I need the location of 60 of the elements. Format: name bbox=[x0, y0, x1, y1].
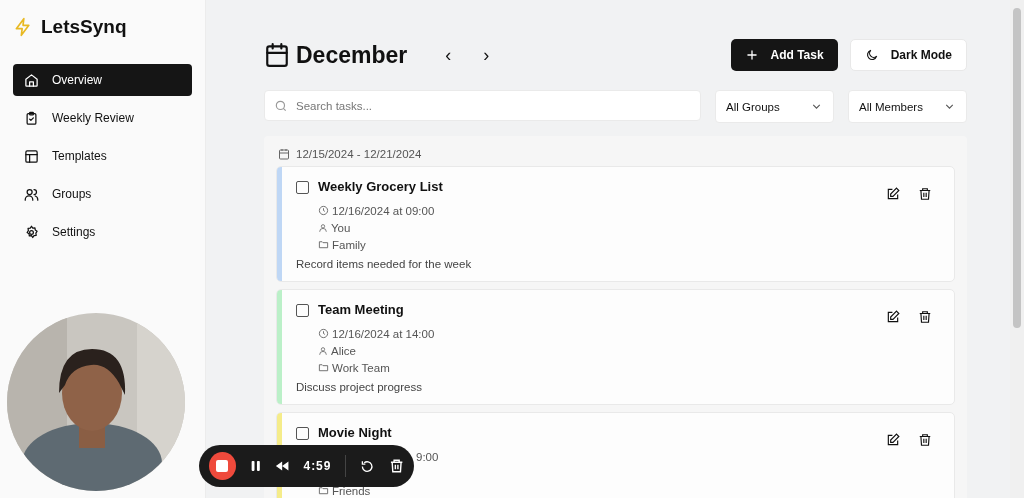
task-title: Movie Night bbox=[318, 426, 392, 440]
date-range: 12/15/2024 - 12/21/2024 bbox=[296, 148, 422, 160]
moon-icon bbox=[864, 48, 879, 62]
trash-icon[interactable] bbox=[388, 458, 404, 474]
stop-button[interactable] bbox=[209, 452, 236, 480]
month-title: December bbox=[296, 41, 408, 69]
lightning-icon bbox=[13, 17, 33, 37]
clipboard-icon bbox=[24, 110, 39, 126]
group-dropdown[interactable]: All Groups bbox=[715, 90, 834, 123]
trash-icon bbox=[918, 310, 932, 324]
folder-icon bbox=[318, 362, 329, 373]
task-title: Team Meeting bbox=[318, 303, 404, 317]
task-person: Alice bbox=[331, 344, 356, 357]
previous-button[interactable]: ‹ bbox=[429, 44, 468, 66]
layout-icon bbox=[24, 148, 39, 164]
trash-icon bbox=[918, 433, 932, 447]
add-task-button[interactable]: Add Task bbox=[730, 39, 838, 71]
task-group: Work Team bbox=[332, 361, 390, 374]
next-button[interactable]: › bbox=[467, 44, 506, 66]
sidebar-item[interactable]: Templates bbox=[13, 140, 192, 172]
sidebar-item[interactable]: Groups bbox=[13, 178, 192, 210]
dark-mode-button[interactable]: Dark Mode bbox=[849, 39, 967, 71]
task-description: Discuss project progress bbox=[296, 381, 423, 393]
task-group: Friends bbox=[332, 484, 371, 497]
task-checkbox[interactable] bbox=[296, 303, 309, 317]
task-time: 12/16/2024 at 14:00 bbox=[332, 327, 435, 340]
sidebar-item[interactable]: Weekly Review bbox=[13, 102, 192, 134]
edit-icon bbox=[886, 310, 900, 324]
folder-icon bbox=[318, 239, 329, 250]
recording-timer: 4:59 bbox=[303, 459, 332, 473]
task-time: 9:00 bbox=[416, 450, 439, 463]
task-checkbox[interactable] bbox=[296, 426, 309, 440]
folder-icon bbox=[318, 485, 329, 496]
plus-icon bbox=[744, 48, 759, 62]
restart-icon[interactable] bbox=[360, 458, 375, 474]
sidebar-item[interactable]: Overview bbox=[13, 64, 192, 96]
rewind-icon[interactable] bbox=[275, 460, 290, 472]
task-title: Weekly Grocery List bbox=[318, 180, 443, 194]
sidebar-item[interactable]: Settings bbox=[13, 216, 192, 248]
task-person: You bbox=[331, 221, 351, 234]
app-name: LetsSynq bbox=[41, 16, 127, 38]
person-icon bbox=[318, 345, 328, 356]
clock-icon bbox=[318, 205, 329, 216]
task-time: 12/16/2024 at 09:00 bbox=[332, 204, 435, 217]
home-icon bbox=[24, 72, 39, 88]
task-checkbox[interactable] bbox=[296, 180, 309, 194]
pause-icon[interactable] bbox=[249, 460, 262, 472]
clock-icon bbox=[318, 328, 329, 339]
person-icon bbox=[318, 222, 328, 233]
users-icon bbox=[24, 186, 39, 202]
calendar-icon bbox=[278, 148, 290, 160]
edit-icon bbox=[886, 187, 900, 201]
trash-icon bbox=[918, 187, 932, 201]
settings-icon bbox=[24, 224, 39, 240]
task-description: Record items needed for the week bbox=[296, 258, 473, 270]
calendar-icon bbox=[264, 42, 290, 68]
edit-icon bbox=[886, 433, 900, 447]
task-group: Family bbox=[332, 238, 366, 251]
search-field[interactable]: Search tasks... bbox=[264, 90, 701, 121]
member-dropdown[interactable]: All Members bbox=[848, 90, 967, 123]
